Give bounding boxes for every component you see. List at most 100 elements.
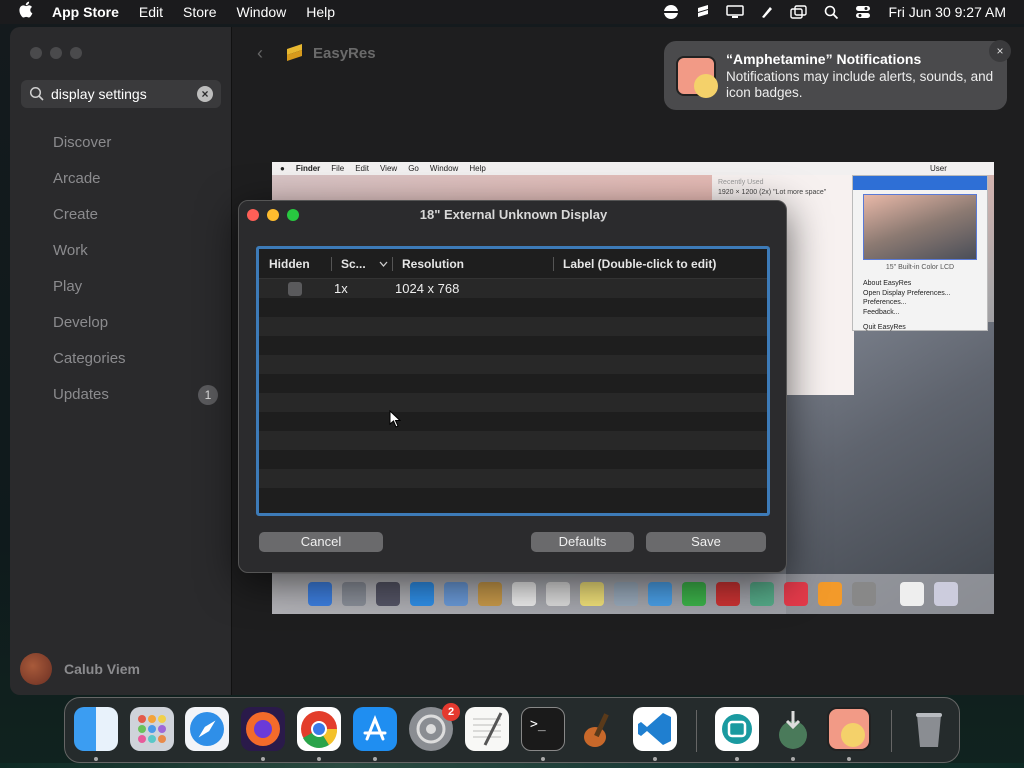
- preview-panel-menu-item: Feedback...: [863, 308, 900, 316]
- preview-facetime-icon: [682, 582, 706, 606]
- search-field[interactable]: display settings ×: [21, 80, 221, 108]
- preview-trash-icon: [934, 582, 958, 606]
- vscode-icon[interactable]: [633, 707, 677, 751]
- cancel-button[interactable]: Cancel: [259, 532, 383, 552]
- preview-dock: [272, 574, 994, 614]
- running-indicator: [653, 757, 657, 761]
- apple-menu-icon[interactable]: [18, 1, 36, 23]
- preview-panel-menu-item: Open Display Preferences...: [863, 289, 951, 297]
- clear-search-icon[interactable]: ×: [197, 86, 213, 102]
- menu-edit[interactable]: Edit: [139, 4, 163, 20]
- menubar-clock[interactable]: Fri Jun 30 9:27 AM: [888, 4, 1006, 20]
- chrome-icon[interactable]: [297, 707, 341, 751]
- sidebar-item-play[interactable]: Play: [53, 276, 218, 312]
- back-chevron-icon[interactable]: ‹: [257, 43, 263, 64]
- preview-menu-item: File: [331, 164, 345, 173]
- preview-menu-item: Go: [408, 164, 419, 173]
- account-button[interactable]: Calub Viem: [20, 653, 140, 685]
- column-header-scale[interactable]: Sc...: [331, 249, 392, 279]
- resolution-cell: 1024 x 768: [395, 281, 460, 296]
- app-title: EasyRes: [313, 45, 376, 62]
- preview-status-user: User: [930, 164, 947, 173]
- menu-window[interactable]: Window: [236, 4, 286, 20]
- sidebar-item-arcade[interactable]: Arcade: [53, 168, 218, 204]
- preview-notes-icon: [546, 582, 570, 606]
- easyres-logo-icon: [285, 43, 305, 65]
- screen-app-icon[interactable]: [715, 707, 759, 751]
- amphetamine-app-icon: [676, 56, 718, 98]
- column-header-label[interactable]: Label (Double-click to edit): [553, 249, 767, 279]
- menu-help[interactable]: Help: [306, 4, 335, 20]
- amphetamine-status-icon[interactable]: [662, 5, 680, 19]
- sidebar-item-categories[interactable]: Categories: [53, 348, 218, 384]
- preview-mail-icon: [444, 582, 468, 606]
- sidebar-item-label: Categories: [53, 350, 126, 367]
- preview-iphoto-icon: [750, 582, 774, 606]
- running-indicator: [847, 757, 851, 761]
- preview-itunes-icon: [784, 582, 808, 606]
- preview-messages-icon: [648, 582, 672, 606]
- notification-close-icon[interactable]: ×: [989, 40, 1011, 62]
- preview-system-prefs-icon: [852, 582, 876, 606]
- textedit-icon[interactable]: [465, 707, 509, 751]
- control-center-icon[interactable]: [854, 5, 872, 19]
- avatar: [20, 653, 52, 685]
- terminal-icon[interactable]: >_: [521, 707, 565, 751]
- column-header-hidden[interactable]: Hidden: [259, 249, 331, 279]
- safari-icon[interactable]: [185, 707, 229, 751]
- firefox-icon[interactable]: [241, 707, 285, 751]
- table-row-empty: [259, 488, 767, 507]
- preview-panel-caption: 15" Built-in Color LCD: [885, 264, 955, 271]
- preview-menu-item: Window: [429, 164, 459, 173]
- sidebar-item-create[interactable]: Create: [53, 204, 218, 240]
- preview-menu-item: View: [379, 164, 398, 173]
- preview-menu-item: Finder: [295, 164, 321, 173]
- amphetamine-dock-icon[interactable]: [827, 707, 871, 751]
- downloads-icon[interactable]: [771, 707, 815, 751]
- close-window-button[interactable]: [30, 47, 42, 59]
- resolution-row[interactable]: 1x 1024 x 768: [259, 279, 767, 298]
- resolution-table[interactable]: Hidden Sc... Resolution Label (Double-cl…: [256, 246, 770, 516]
- sidebar-item-label: Discover: [53, 134, 112, 151]
- app-store-dock-icon[interactable]: [353, 707, 397, 751]
- save-button[interactable]: Save: [646, 532, 766, 552]
- garageband-icon[interactable]: [577, 707, 621, 751]
- table-body: 1x 1024 x 768: [259, 279, 767, 507]
- pen-status-icon[interactable]: [758, 5, 776, 19]
- table-row-empty: [259, 355, 767, 374]
- preview-panel-menu-item: About EasyRes: [863, 280, 912, 287]
- menu-bar: App Store Edit Store Window Help Fri Jun…: [0, 0, 1024, 24]
- preview-menu-item: Edit: [355, 164, 369, 173]
- table-row-empty: [259, 336, 767, 355]
- user-name: Calub Viem: [64, 661, 140, 677]
- sidebar-item-work[interactable]: Work: [53, 240, 218, 276]
- defaults-button[interactable]: Defaults: [531, 532, 634, 552]
- search-input[interactable]: display settings: [51, 86, 147, 102]
- hidden-checkbox[interactable]: [288, 281, 302, 296]
- minimize-window-button[interactable]: [50, 47, 62, 59]
- table-row-empty: [259, 469, 767, 488]
- running-indicator: [541, 757, 545, 761]
- sidebar-item-label: Create: [53, 206, 99, 223]
- trash-icon[interactable]: [907, 707, 951, 751]
- finder-icon[interactable]: [74, 707, 118, 751]
- sidebar-item-updates[interactable]: Updates 1: [53, 384, 218, 420]
- sidebar-item-develop[interactable]: Develop: [53, 312, 218, 348]
- easyres-status-icon[interactable]: [694, 5, 712, 19]
- column-header-resolution[interactable]: Resolution: [392, 249, 553, 279]
- preview-easyres-panel: 15" Built-in Color LCD About EasyRes Ope…: [852, 175, 988, 331]
- menu-store[interactable]: Store: [183, 4, 216, 20]
- running-indicator: [261, 757, 265, 761]
- zoom-window-button[interactable]: [70, 47, 82, 59]
- display-status-icon[interactable]: [726, 5, 745, 19]
- windows-status-icon[interactable]: [790, 5, 808, 19]
- search-icon: [29, 86, 45, 102]
- spotlight-search-icon[interactable]: [822, 5, 840, 19]
- preview-panel-thumbnail: [863, 194, 977, 260]
- launchpad-icon[interactable]: [130, 707, 174, 751]
- preview-menu-item: Help: [469, 164, 486, 173]
- notification-banner[interactable]: “Amphetamine” Notifications Notification…: [664, 40, 1011, 110]
- menu-app-name[interactable]: App Store: [52, 4, 119, 20]
- sort-chevron-down-icon: [379, 249, 388, 279]
- sidebar-item-discover[interactable]: Discover: [53, 132, 218, 168]
